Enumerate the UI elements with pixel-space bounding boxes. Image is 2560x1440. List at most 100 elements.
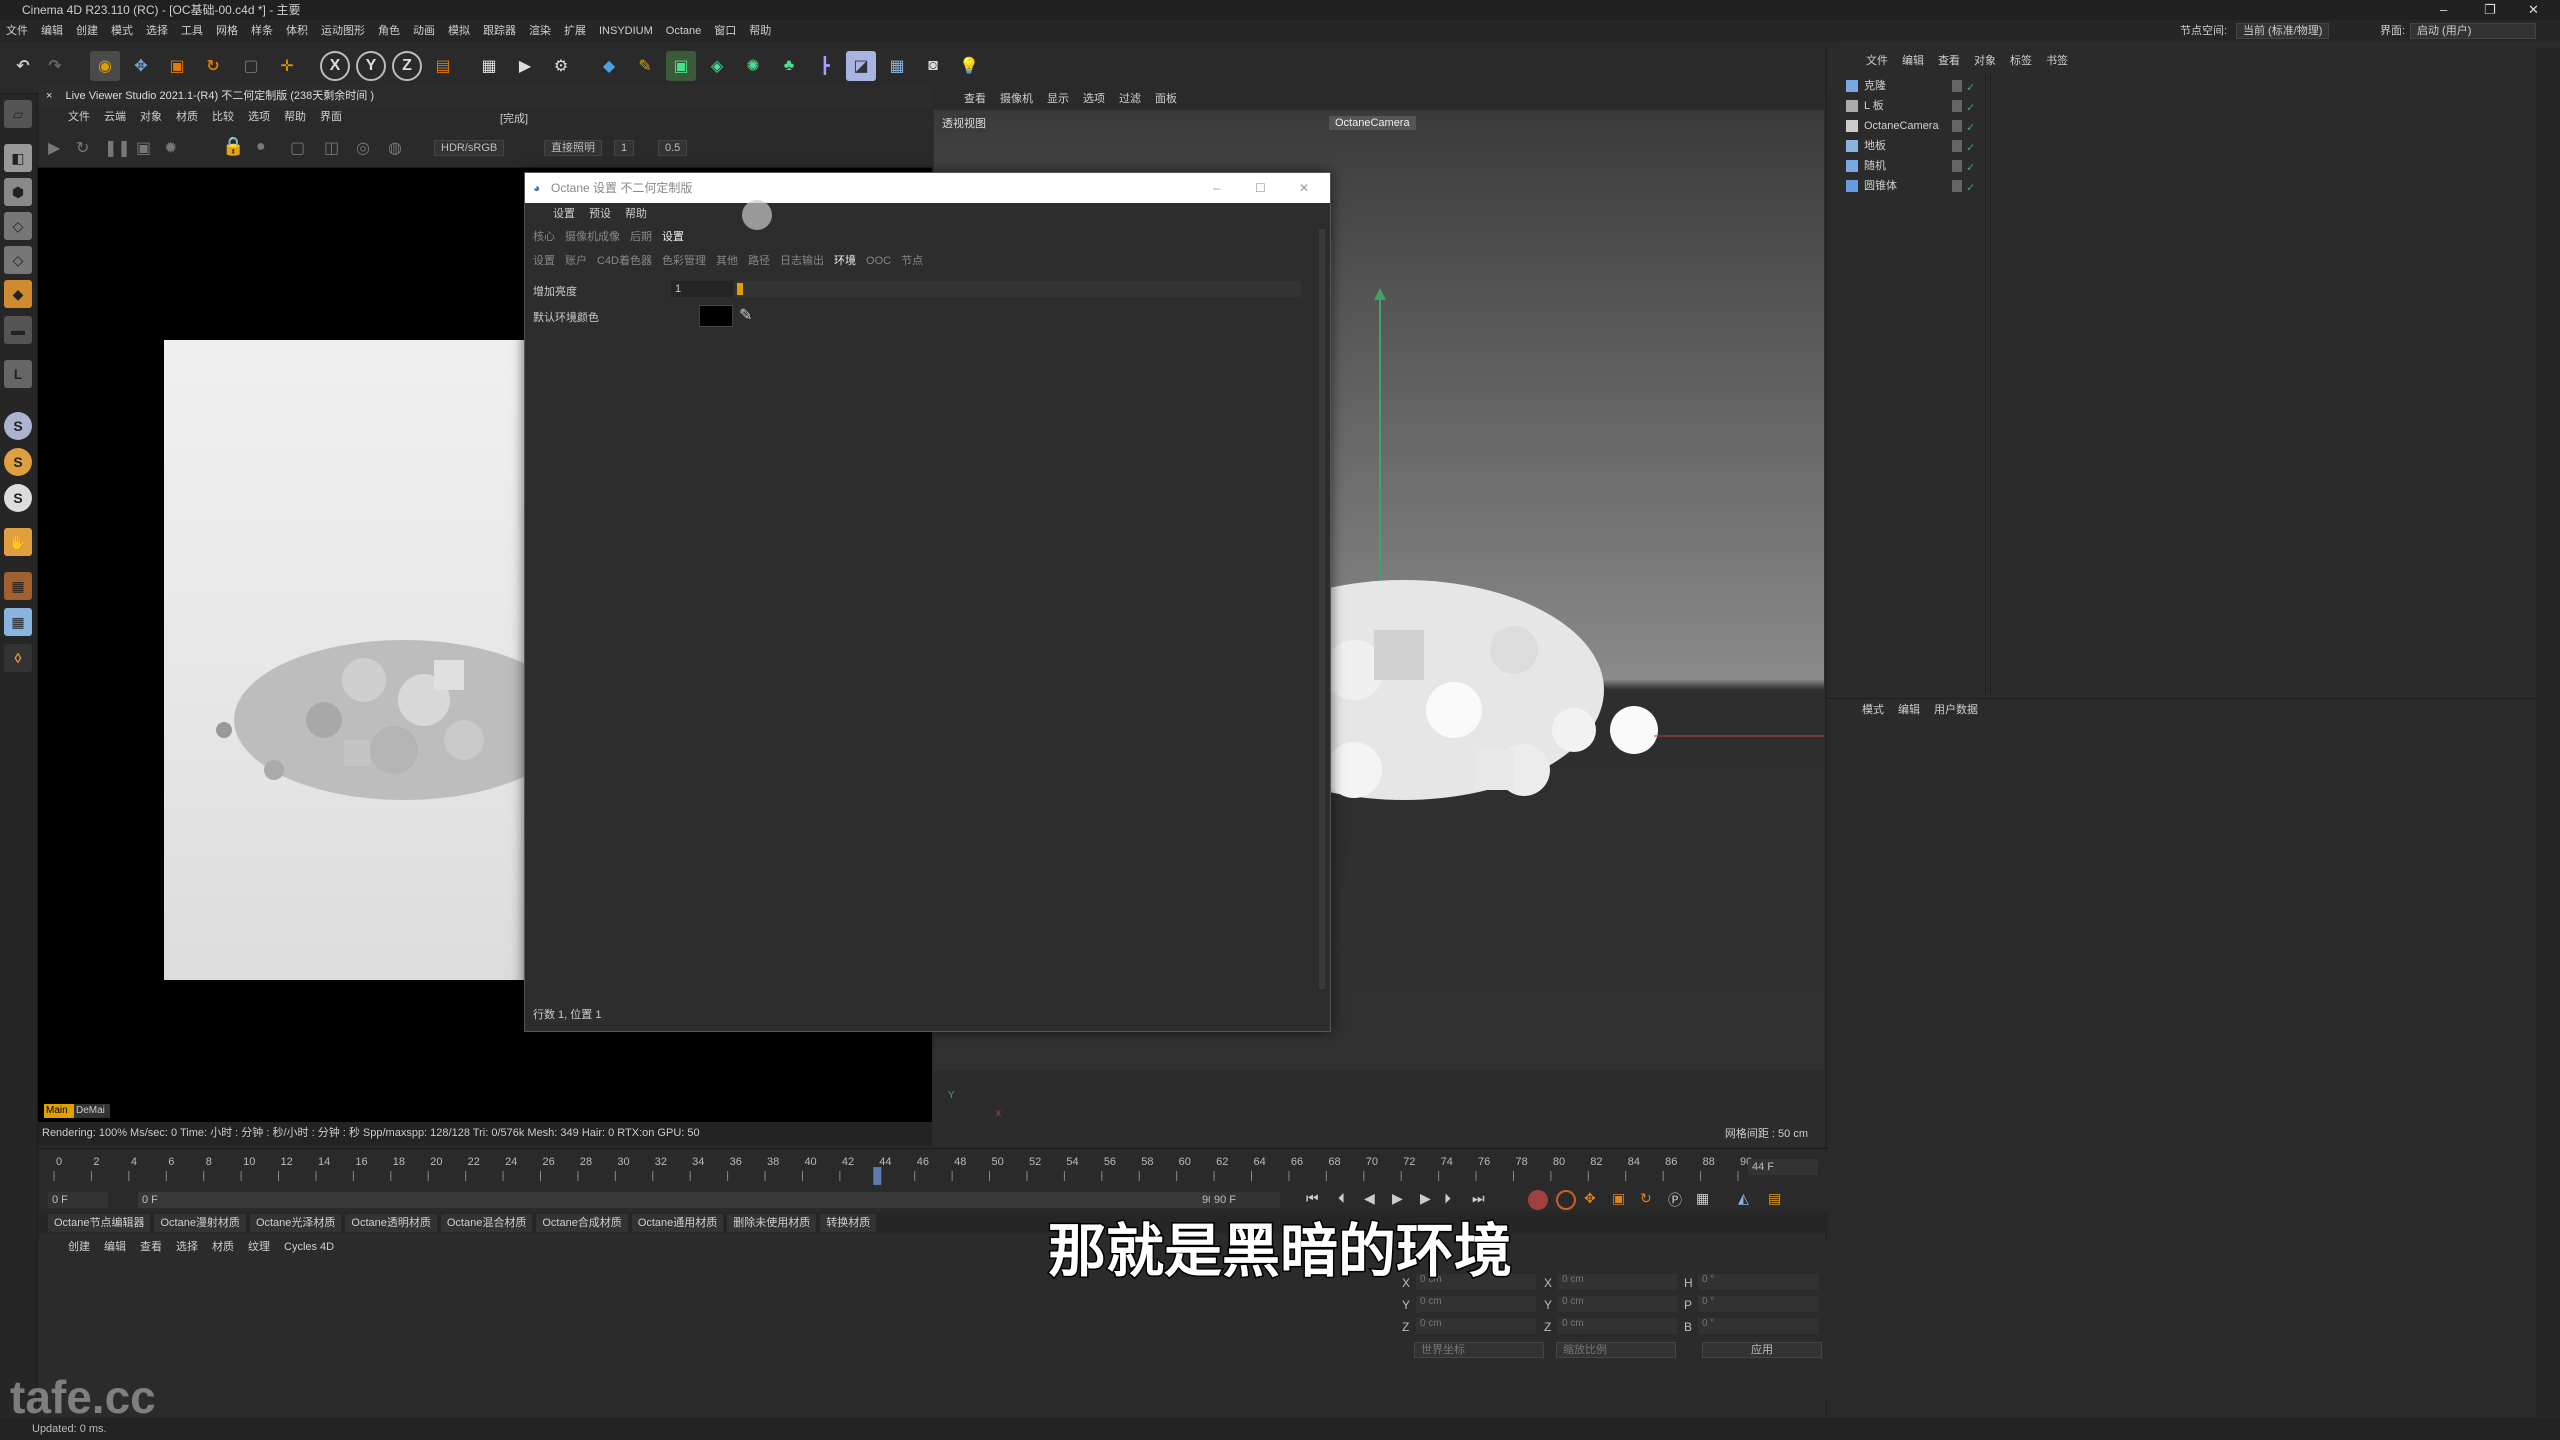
viewport-menu-item[interactable]: 摄像机 <box>1000 88 1033 110</box>
render-mode-select[interactable]: 直接照明 <box>544 140 602 156</box>
env-color-swatch[interactable] <box>699 305 733 327</box>
lock-icon[interactable]: 🔒 <box>222 136 244 157</box>
dialog-menu-item[interactable]: 设置 <box>553 203 575 225</box>
visibility-dots-icon[interactable] <box>1952 80 1962 92</box>
dialog-minimize-icon[interactable]: – <box>1213 173 1220 203</box>
region-icon[interactable]: ▣ <box>136 138 151 158</box>
visibility-dots-icon[interactable] <box>1952 180 1962 192</box>
coordinate-mode-select[interactable]: 世界坐标 <box>1414 1342 1544 1358</box>
cloner-icon[interactable]: ✺ <box>738 51 768 81</box>
tag-icon[interactable]: ◪ <box>846 51 876 81</box>
deformer-icon[interactable]: ┣ <box>810 51 840 81</box>
paint-icon[interactable]: ✋ <box>4 528 32 556</box>
menu-item[interactable]: 扩展 <box>564 20 586 42</box>
dialog-tab[interactable]: 摄像机成像 <box>565 227 620 247</box>
menu-item[interactable]: 渲染 <box>529 20 551 42</box>
select-tool-icon[interactable]: ◉ <box>90 51 120 81</box>
object-row[interactable]: 随机 ✓ <box>1840 156 2220 176</box>
dialog-maximize-icon[interactable]: ☐ <box>1255 173 1266 203</box>
make-editable-icon[interactable]: ▱ <box>4 100 32 128</box>
dialog-menu-item[interactable]: 帮助 <box>625 203 647 225</box>
live-viewer-menu-item[interactable]: 云端 <box>104 106 126 128</box>
uv-mode-icon[interactable]: ▬ <box>4 316 32 344</box>
dialog-subtab[interactable]: 色彩管理 <box>662 251 706 271</box>
recent-tool-icon[interactable]: ▢ <box>236 51 266 81</box>
coordinate-system-icon[interactable]: ▤ <box>428 51 458 81</box>
node-space-select[interactable]: 当前 (标准/物理) <box>2236 23 2330 39</box>
lock-workplane-icon[interactable]: ◊ <box>4 644 32 672</box>
brightness-input[interactable]: 1 <box>671 281 733 297</box>
dialog-scrollbar[interactable] <box>1319 229 1325 989</box>
axis-x-button[interactable]: X <box>320 51 350 81</box>
render-region-icon[interactable]: ▦ <box>474 51 504 81</box>
settings-icon[interactable]: ✹ <box>164 138 177 158</box>
undo-icon[interactable]: ↶ <box>8 51 38 81</box>
move-tool-icon[interactable]: ✥ <box>126 51 156 81</box>
snap-settings-icon[interactable]: S <box>4 448 32 476</box>
add-tool-icon[interactable]: ✛ <box>272 51 302 81</box>
dialog-tab[interactable]: 核心 <box>533 227 555 247</box>
points-mode-icon[interactable]: ◇ <box>4 212 32 240</box>
restart-icon[interactable]: ↻ <box>76 138 89 158</box>
viewport-menu-item[interactable]: 显示 <box>1047 88 1069 110</box>
viewport-menu-item[interactable]: 选项 <box>1083 88 1105 110</box>
attribute-menu-item[interactable]: 编辑 <box>1898 699 1920 720</box>
menu-item[interactable]: 文件 <box>6 20 28 42</box>
object-menu-item[interactable]: 书签 <box>2046 52 2068 70</box>
dialog-subtab[interactable]: 环境 <box>834 251 856 271</box>
dialog-close-icon[interactable]: ✕ <box>1299 173 1309 203</box>
dialog-subtab[interactable]: 设置 <box>533 251 555 271</box>
object-menu-item[interactable]: 标签 <box>2010 52 2032 70</box>
timeline-ruler[interactable]: 0 2 4 6 8 10 12 14 16 18 20 22 24 26 28 30 32 34 36 38 40 42 4… <box>38 1148 1828 1188</box>
enable-check-icon[interactable]: ✓ <box>1966 98 1975 118</box>
enable-check-icon[interactable]: ✓ <box>1966 138 1975 158</box>
menu-item[interactable]: 模式 <box>111 20 133 42</box>
axis-y-button[interactable]: Y <box>356 51 386 81</box>
dialog-subtab[interactable]: C4D着色器 <box>597 251 652 271</box>
visibility-dots-icon[interactable] <box>1952 140 1962 152</box>
camera-icon[interactable]: ◙ <box>918 51 948 81</box>
viewport-menu-item[interactable]: 查看 <box>964 88 986 110</box>
menu-item[interactable]: 工具 <box>181 20 203 42</box>
menu-item[interactable]: Octane <box>666 20 701 42</box>
focus-icon[interactable]: ◫ <box>324 138 339 158</box>
object-row[interactable]: 地板 ✓ <box>1840 136 2220 156</box>
minimize-icon[interactable]: – <box>2440 0 2447 20</box>
focus-pick-icon[interactable]: ◎ <box>356 138 370 158</box>
dialog-tab[interactable]: 后期 <box>630 227 652 247</box>
dialog-subtab[interactable]: 路径 <box>748 251 770 271</box>
position-y-field[interactable]: 0 cm <box>1416 1296 1536 1312</box>
clay-icon[interactable]: ▢ <box>290 138 305 158</box>
menu-item[interactable]: 动画 <box>413 20 435 42</box>
current-frame-field[interactable]: 44 F <box>1748 1159 1818 1175</box>
enable-check-icon[interactable]: ✓ <box>1966 118 1975 138</box>
live-viewer-menu-item[interactable]: 文件 <box>68 106 90 128</box>
menu-item[interactable]: 模拟 <box>448 20 470 42</box>
render-settings-icon[interactable]: ⚙ <box>546 51 576 81</box>
snap-icon[interactable]: S <box>4 412 32 440</box>
generator-icon[interactable]: ◈ <box>702 51 732 81</box>
workplane-icon[interactable]: ▦ <box>4 572 32 600</box>
live-viewer-menu-item[interactable]: 材质 <box>176 106 198 128</box>
layout-select[interactable]: 启动 (用户) <box>2410 23 2536 39</box>
menu-item[interactable]: 帮助 <box>749 20 771 42</box>
dialog-subtab[interactable]: 节点 <box>901 251 923 271</box>
object-row[interactable]: L 板 ✓ <box>1840 96 2220 116</box>
live-viewer-menu-item[interactable]: 比较 <box>212 106 234 128</box>
menu-item[interactable]: 创建 <box>76 20 98 42</box>
render-view-icon[interactable]: ▶ <box>510 51 540 81</box>
object-menu-item[interactable]: 编辑 <box>1902 52 1924 70</box>
apply-button[interactable]: 应用 <box>1702 1342 1822 1358</box>
dialog-subtab[interactable]: 账户 <box>565 251 587 271</box>
visibility-dots-icon[interactable] <box>1952 160 1962 172</box>
subdivision-icon[interactable]: ▣ <box>666 51 696 81</box>
attribute-menu-item[interactable]: 模式 <box>1862 699 1884 720</box>
restore-icon[interactable]: ❐ <box>2484 0 2496 20</box>
rotation-p-field[interactable]: 0 ° <box>1698 1296 1818 1312</box>
live-viewer-menu-item[interactable]: 对象 <box>140 106 162 128</box>
cube-icon[interactable]: ◆ <box>594 51 624 81</box>
size-z-field[interactable]: 0 cm <box>1558 1318 1678 1334</box>
object-row[interactable]: OctaneCamera ✓ <box>1840 116 2220 136</box>
redo-icon[interactable]: ↷ <box>40 51 70 81</box>
live-viewer-menu-item[interactable]: 界面 <box>320 106 342 128</box>
